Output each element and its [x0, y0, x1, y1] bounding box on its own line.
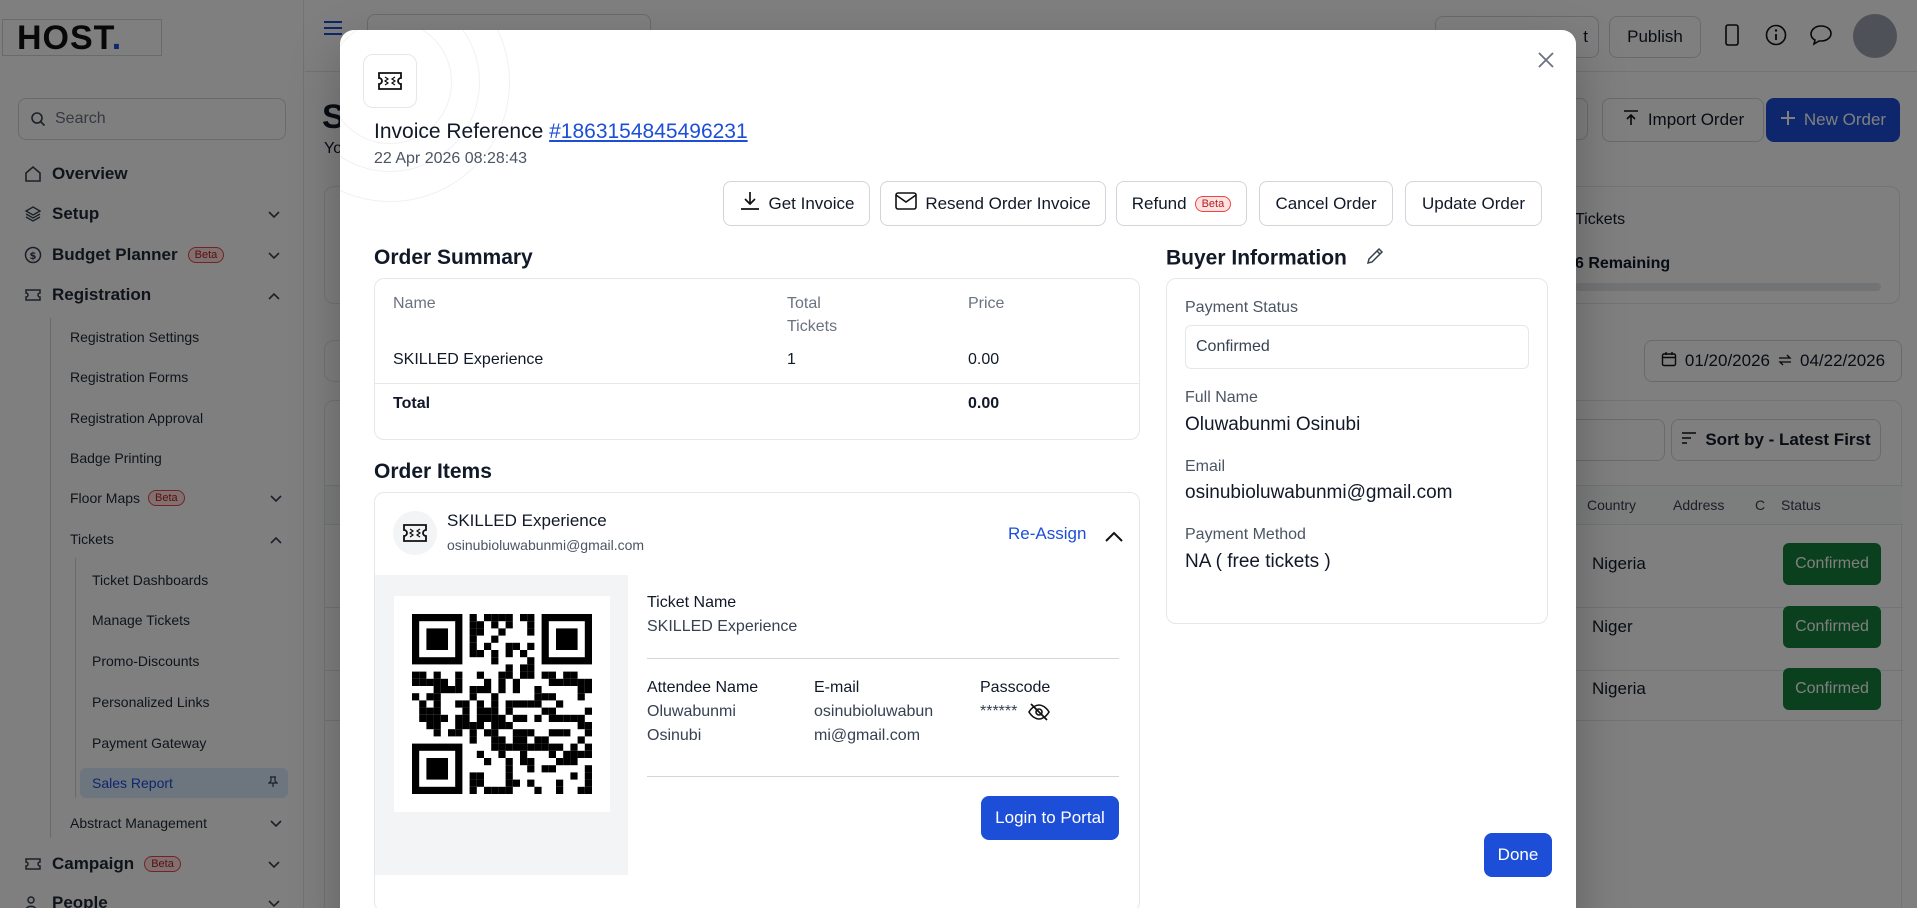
invoice-ref-link[interactable]: #1863154845496231 — [549, 120, 748, 143]
mail-icon — [895, 192, 918, 215]
cell-tickets: 1 — [787, 351, 796, 368]
resend-label: Resend Order Invoice — [925, 193, 1091, 213]
order-details-modal: Invoice Reference #1863154845496231 22 A… — [340, 30, 1576, 908]
close-icon[interactable] — [1532, 46, 1560, 74]
ticket-name-value: SKILLED Experience — [647, 618, 798, 635]
payment-status-label: Payment Status — [1185, 299, 1298, 316]
col-total-tickets-line2: Tickets — [787, 318, 838, 335]
invoice-title: Invoice Reference #1863154845496231 — [374, 120, 748, 144]
order-summary-title: Order Summary — [374, 246, 533, 269]
full-name-label: Full Name — [1185, 389, 1258, 406]
attendee-line2: Osinubi — [647, 727, 702, 744]
ticket-icon — [363, 54, 417, 108]
passcode-row: ****** — [980, 703, 1050, 721]
payment-method-label: Payment Method — [1185, 526, 1306, 543]
passcode-label: Passcode — [980, 679, 1051, 696]
update-order-button[interactable]: Update Order — [1405, 181, 1542, 226]
order-summary-table: Name Total Tickets Price SKILLED Experie… — [374, 278, 1140, 440]
reassign-link[interactable]: Re-Assign — [1008, 524, 1086, 544]
email-line1: osinubioluwabun — [814, 703, 934, 720]
done-button[interactable]: Done — [1484, 833, 1552, 877]
total-label: Total — [393, 395, 431, 412]
order-items-title: Order Items — [374, 460, 492, 483]
edit-icon[interactable] — [1365, 247, 1385, 271]
col-total-tickets-line1: Total — [787, 295, 821, 312]
email-value: osinubioluwabunmi@gmail.com — [1185, 482, 1453, 503]
item-name: SKILLED Experience — [447, 511, 607, 530]
cancel-order-button[interactable]: Cancel Order — [1259, 181, 1393, 226]
beta-badge: Beta — [1194, 195, 1232, 212]
refund-button[interactable]: Refund Beta — [1116, 181, 1247, 226]
resend-invoice-button[interactable]: Resend Order Invoice — [880, 181, 1106, 226]
cell-name: SKILLED Experience — [393, 351, 544, 368]
full-name-value: Oluwabunmi Osinubi — [1185, 414, 1361, 435]
get-invoice-label: Get Invoice — [768, 193, 855, 213]
refund-label: Refund — [1131, 193, 1187, 213]
qr-code — [394, 596, 610, 812]
qr-code-image — [412, 614, 592, 794]
ticket-name-label: Ticket Name — [647, 594, 737, 611]
get-invoice-button[interactable]: Get Invoice — [723, 181, 870, 226]
buyer-info-title: Buyer Information — [1166, 246, 1385, 272]
payment-method-value: NA ( free tickets ) — [1185, 551, 1331, 572]
ticket-icon — [393, 511, 437, 555]
download-icon — [739, 190, 761, 217]
cell-price: 0.00 — [968, 351, 1000, 368]
attendee-line1: Oluwabunmi — [647, 703, 736, 720]
email-line2: mi@gmail.com — [814, 727, 921, 744]
email-label: E-mail — [814, 679, 860, 696]
email-label: Email — [1185, 458, 1226, 475]
col-price: Price — [968, 295, 1005, 312]
payment-status-field[interactable]: Confirmed — [1185, 325, 1529, 369]
total-value: 0.00 — [968, 395, 1000, 412]
row-divider — [375, 383, 1139, 384]
login-portal-button[interactable]: Login to Portal — [981, 796, 1119, 840]
col-name: Name — [393, 295, 436, 312]
buyer-title-text: Buyer Information — [1166, 246, 1347, 270]
eye-off-icon[interactable] — [1027, 703, 1050, 721]
invoice-label: Invoice Reference — [374, 120, 544, 143]
item-email: osinubioluwabunmi@gmail.com — [447, 537, 645, 553]
invoice-date: 22 Apr 2026 08:28:43 — [374, 150, 528, 167]
attendee-label: Attendee Name — [647, 679, 759, 696]
divider — [647, 658, 1119, 659]
passcode-value: ****** — [980, 703, 1018, 721]
divider — [647, 776, 1119, 777]
cancel-label: Cancel Order — [1275, 193, 1377, 213]
chevron-up-icon[interactable] — [1105, 529, 1123, 547]
update-label: Update Order — [1422, 193, 1525, 213]
